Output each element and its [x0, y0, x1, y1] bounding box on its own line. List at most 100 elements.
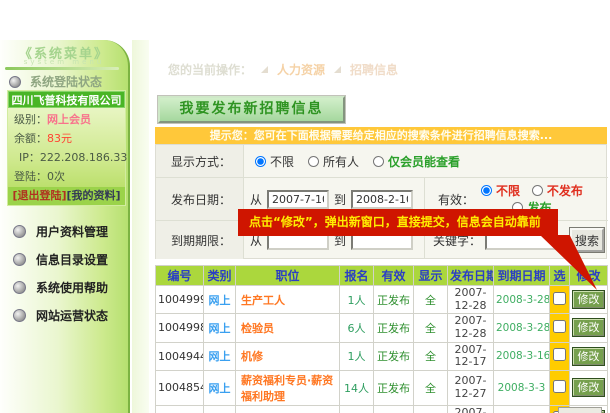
col-header-position: 职位 [236, 266, 340, 286]
login-count-label: 登陆： [14, 170, 47, 183]
table-row: 1004854 网上 薪资福利专员·薪资福利助理 14人 正发布 全 2007-… [156, 370, 608, 405]
job-id: 1004999 [156, 286, 204, 314]
table-row: 1004999 网上 生产工人 1人 正发布 全 2007-12-28 2008… [156, 286, 608, 314]
sidebar-divider [5, 67, 119, 70]
ip-value: 222.208.186.33 [40, 151, 127, 164]
row-select-checkbox[interactable] [553, 348, 566, 361]
table-row: 1004998 网上 检验员 6人 正发布 全 2007-12-28 2008-… [156, 314, 608, 342]
account-links: [退出登陆][我的资料] [8, 187, 125, 205]
radio-label: 不限 [496, 182, 520, 199]
job-position-link[interactable]: 检验员 [236, 314, 340, 342]
col-header-valid: 有效 [374, 266, 414, 286]
display-mode-label: 显示方式： [156, 145, 244, 178]
pub-date-from-input[interactable] [267, 190, 329, 209]
job-pub-date: 2007-12-27 [448, 370, 494, 405]
admin-page: 《系统菜单》 system menu 系统登陆状态 四川飞普科技有限公司 级别：… [0, 0, 610, 413]
sidebar-menu-subtitle: system menu [0, 58, 128, 66]
job-pub-date: 2007-12-17 [448, 342, 494, 370]
table-row: 1004853 网上 会计 22人 正发布 全 2007-12-27 2008-… [156, 405, 608, 413]
triangle-icon [334, 66, 341, 73]
job-valid-status: 正发布 [374, 370, 414, 405]
job-pub-date: 2007-12-27 [448, 405, 494, 413]
display-option-everyone[interactable]: 所有人 [308, 153, 359, 170]
col-header-category: 类别 [204, 266, 236, 286]
breadcrumb-link-hr[interactable]: 人力资源 [277, 61, 325, 78]
row-select-checkbox[interactable] [553, 292, 566, 305]
sidebar: 《系统菜单》 system menu 系统登陆状态 四川飞普科技有限公司 级别：… [0, 40, 130, 413]
login-count-row: 登陆：0次 [8, 165, 125, 184]
radio-input[interactable] [308, 156, 319, 167]
breadcrumb-link-recruit[interactable]: 招聘信息 [350, 61, 398, 78]
col-header-expdate: 到期日期 [494, 266, 550, 286]
job-valid-status: 正发布 [374, 342, 414, 370]
col-header-applicants: 报名 [340, 266, 374, 286]
radio-input[interactable] [481, 185, 492, 196]
job-exp-date: 2008-3-28 [494, 286, 550, 314]
display-mode-options: 不限 所有人 仅会员能查看 [244, 145, 608, 178]
valid-option-unlimited[interactable]: 不限 [481, 182, 520, 199]
logout-link[interactable]: [退出登陆] [12, 189, 66, 202]
job-display-scope: 全 [414, 370, 448, 405]
radio-input[interactable] [373, 156, 384, 167]
valid-option-unpublished[interactable]: 不发布 [532, 182, 583, 199]
job-exp-date: 2008-3-3 [494, 405, 550, 413]
job-category: 网上 [204, 314, 236, 342]
job-category: 网上 [204, 370, 236, 405]
job-position-link[interactable]: 薪资福利专员·薪资福利助理 [236, 370, 340, 405]
modify-button[interactable]: 修改 [573, 291, 604, 308]
job-id: 1004853 [156, 405, 204, 413]
job-position-link[interactable]: 机修 [236, 342, 340, 370]
modify-button[interactable]: 修改 [573, 319, 604, 336]
my-profile-link[interactable]: [我的资料] [67, 189, 121, 202]
job-id: 1004998 [156, 314, 204, 342]
sidebar-item-site-status[interactable]: 网站运营状态 [13, 307, 108, 324]
login-status-label: 系统登陆状态 [30, 73, 102, 90]
sidebar-item-info-directory[interactable]: 信息目录设置 [13, 251, 108, 268]
job-display-scope: 全 [414, 314, 448, 342]
publish-new-job-button[interactable]: 我要发布新招聘信息 [158, 96, 345, 123]
row-select-checkbox[interactable] [553, 380, 566, 393]
bullet-icon [13, 253, 26, 266]
sidebar-item-label: 系统使用帮助 [36, 279, 108, 296]
modify-button[interactable]: 修改 [573, 348, 604, 365]
row-select-checkbox[interactable] [553, 320, 566, 333]
ip-label: IP： [19, 151, 40, 164]
bullet-icon [13, 225, 26, 238]
company-name: 四川飞普科技有限公司 [8, 91, 125, 108]
display-option-members-only[interactable]: 仅会员能查看 [373, 153, 460, 170]
login-info-panel: 四川飞普科技有限公司 级别：网上会员 余额：83元 IP：222.208.186… [7, 90, 126, 206]
job-category: 网上 [204, 405, 236, 413]
job-pub-date: 2007-12-28 [448, 314, 494, 342]
search-form: 显示方式： 不限 所有人 仅会员能查看 发布日期： 从 到 有效： [155, 144, 607, 259]
sidebar-item-help[interactable]: 系统使用帮助 [13, 279, 108, 296]
sidebar-item-user-profile[interactable]: 用户资料管理 [13, 223, 108, 240]
job-position-link[interactable]: 生产工人 [236, 286, 340, 314]
display-option-unlimited[interactable]: 不限 [255, 153, 294, 170]
jobs-table: 编号 类别 职位 报名 有效 显示 发布日期 到期日期 选 修改 1004999… [155, 265, 608, 413]
valid-label: 有效： [438, 191, 474, 208]
modify-button[interactable]: 修改 [573, 379, 604, 396]
radio-label: 不限 [270, 153, 294, 170]
bullet-icon [13, 281, 26, 294]
pub-date-to-input[interactable] [351, 190, 413, 209]
radio-input[interactable] [532, 185, 543, 196]
job-position-link[interactable]: 会计 [236, 405, 340, 413]
job-display-scope: 全 [414, 286, 448, 314]
sidebar-item-label: 用户资料管理 [36, 223, 108, 240]
col-header-pubdate: 发布日期 [448, 266, 494, 286]
col-header-display: 显示 [414, 266, 448, 286]
pagination-partial[interactable] [558, 407, 602, 413]
pub-date-label: 发布日期： [156, 178, 244, 221]
login-status-header: 系统登陆状态 [9, 73, 102, 90]
to-label: 到 [334, 191, 346, 208]
radio-input[interactable] [255, 156, 266, 167]
job-exp-date: 2008-3-16 [494, 342, 550, 370]
job-pub-date: 2007-12-28 [448, 286, 494, 314]
col-header-select: 选 [550, 266, 570, 286]
radio-label: 仅会员能查看 [388, 153, 460, 170]
job-exp-date: 2008-3-3 [494, 370, 550, 405]
radio-label: 所有人 [323, 153, 359, 170]
sidebar-item-label: 信息目录设置 [36, 251, 108, 268]
job-applicants: 6人 [340, 314, 374, 342]
status-bullet-icon [9, 76, 21, 88]
